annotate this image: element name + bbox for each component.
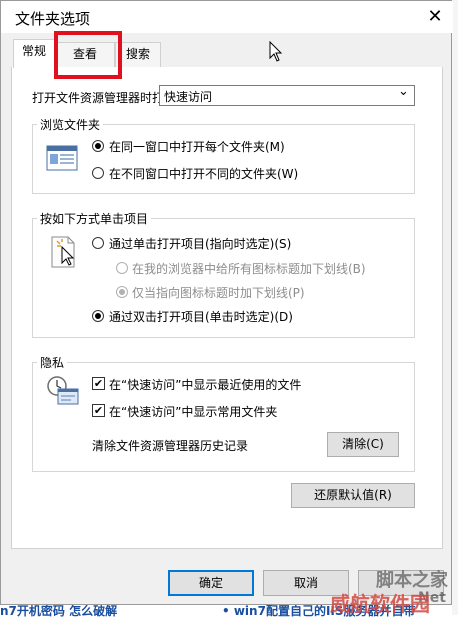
open-explorer-value: 快速访问 bbox=[164, 90, 213, 104]
restore-defaults-button[interactable]: 还原默认值(R) bbox=[291, 483, 415, 508]
browse-folders-title: 浏览文件夹 bbox=[37, 116, 104, 133]
watermark-main: 威航软件园 bbox=[330, 592, 430, 616]
window-layout-icon bbox=[46, 145, 78, 171]
window-title: 文件夹选项 bbox=[15, 10, 91, 28]
tab-general[interactable]: 常规 bbox=[13, 39, 55, 68]
checkbox-recent-files-label[interactable]: 在“快速访问”中显示最近使用的文件 bbox=[109, 376, 301, 393]
radio-double-click-label[interactable]: 通过双击打开项目(单击时选定)(D) bbox=[109, 308, 293, 325]
ok-button[interactable]: 确定 bbox=[168, 570, 254, 596]
radio-underline-hover[interactable] bbox=[116, 286, 128, 298]
browse-folders-group bbox=[32, 124, 415, 194]
checkbox-frequent-folders-label[interactable]: 在“快速访问”中显示常用文件夹 bbox=[109, 403, 277, 420]
checkbox-frequent-folders[interactable]: ✔ bbox=[92, 404, 105, 417]
open-explorer-label: 打开文件资源管理器时打 bbox=[32, 91, 165, 105]
clear-button[interactable]: 清除(C) bbox=[327, 432, 399, 457]
highlight-annotation-box bbox=[54, 31, 122, 79]
privacy-clock-icon bbox=[47, 376, 79, 405]
mouse-cursor-icon bbox=[269, 41, 283, 62]
checkbox-recent-files[interactable]: ✔ bbox=[92, 377, 105, 390]
close-icon[interactable]: ✕ bbox=[421, 3, 449, 31]
clear-history-text: 清除文件资源管理器历史记录 bbox=[92, 439, 249, 453]
radio-underline-all[interactable] bbox=[116, 262, 128, 274]
click-document-icon bbox=[51, 236, 75, 268]
radio-underline-all-label[interactable]: 在我的浏览器中给所有图标标题加下划线(B) bbox=[132, 260, 366, 277]
folder-options-dialog: 文件夹选项 ✕ 常规 查看 搜索 打开文件资源管理器时打 快速访问 ⌄ 浏览文件… bbox=[0, 0, 453, 605]
radio-same-window[interactable] bbox=[92, 140, 104, 152]
open-explorer-select[interactable]: 快速访问 ⌄ bbox=[159, 84, 415, 106]
radio-single-click-label[interactable]: 通过单击打开项目(指向时选定)(S) bbox=[109, 235, 291, 252]
title-bar: 文件夹选项 ✕ bbox=[1, 1, 453, 33]
click-items-title: 按如下方式单击项目 bbox=[37, 210, 152, 227]
radio-new-window[interactable] bbox=[92, 167, 104, 179]
background-strip-right bbox=[452, 0, 458, 615]
tab-panel-general: 打开文件资源管理器时打 快速访问 ⌄ 浏览文件夹 在同一窗口中打开每个文件夹(M… bbox=[11, 67, 443, 549]
chevron-down-icon: ⌄ bbox=[398, 84, 409, 99]
radio-new-window-label[interactable]: 在不同窗口中打开不同的文件夹(W) bbox=[109, 165, 298, 182]
radio-underline-hover-label[interactable]: 仅当指向图标标题时加下划线(P) bbox=[132, 284, 305, 301]
privacy-title: 隐私 bbox=[37, 354, 68, 371]
radio-single-click[interactable] bbox=[92, 237, 104, 249]
radio-double-click[interactable] bbox=[92, 310, 104, 322]
radio-same-window-label[interactable]: 在同一窗口中打开每个文件夹(M) bbox=[109, 138, 285, 155]
